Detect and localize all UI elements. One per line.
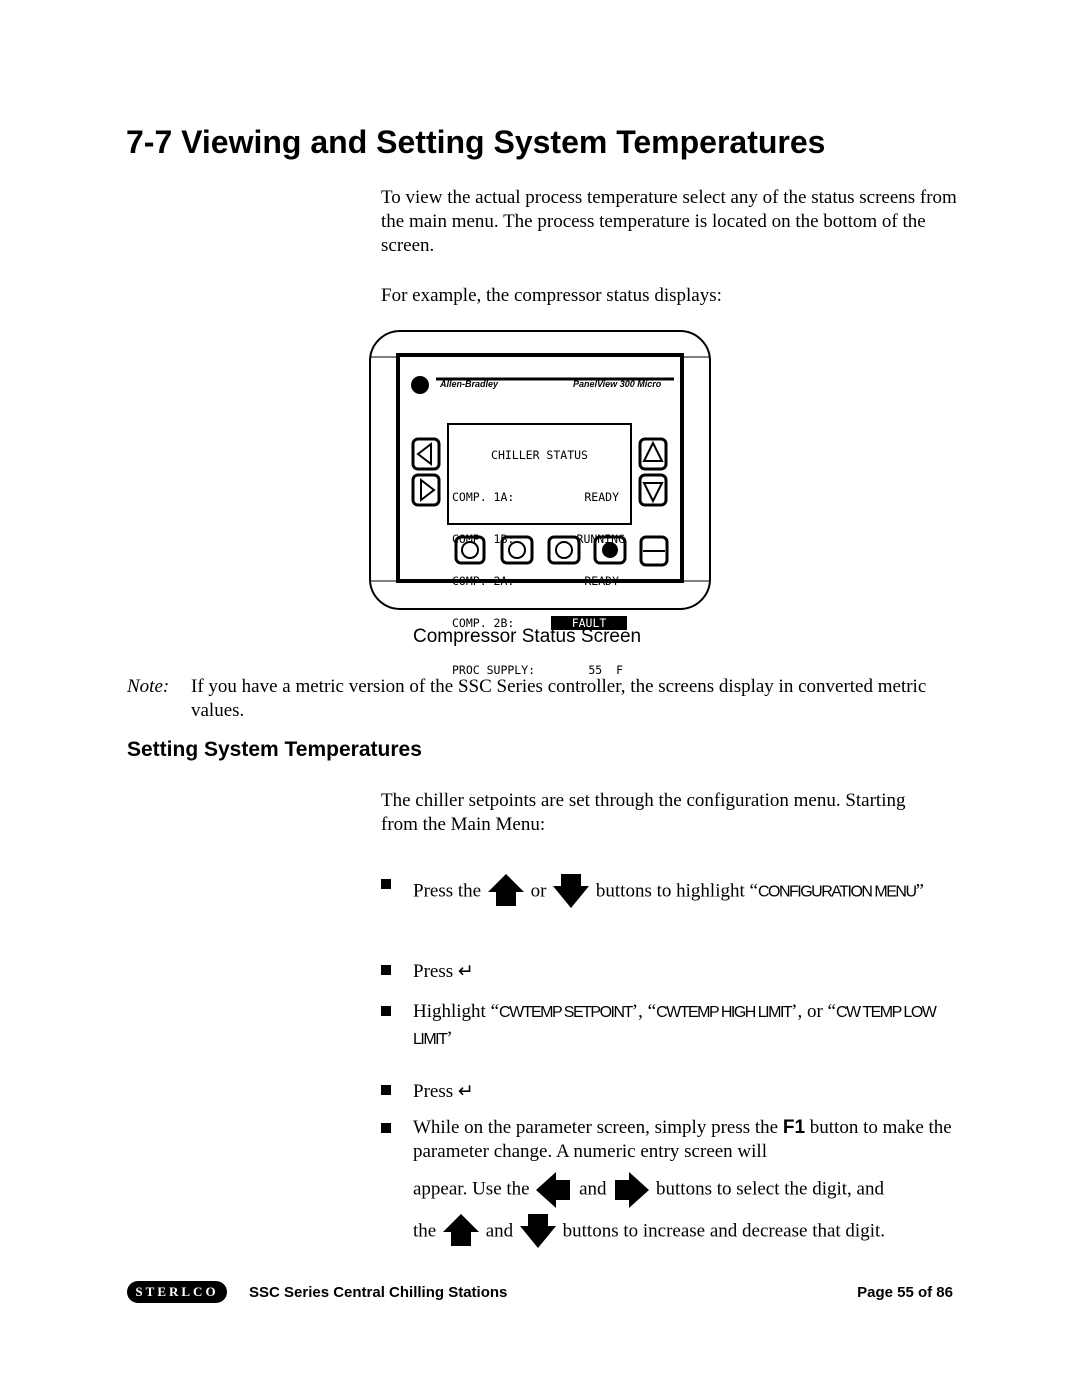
left-arrow-icon [536, 1172, 571, 1208]
menu-name: CONFIGURATION MENU [757, 883, 917, 901]
bullet-item: Press the or buttons to highlight “CONFI… [381, 872, 961, 912]
note-label: Note: [127, 676, 170, 697]
nav-left-icon [411, 437, 441, 471]
note-text: If you have a metric version of the SSC … [191, 676, 927, 721]
page-title: 7-7 Viewing and Setting System Temperatu… [126, 124, 826, 160]
lcd-row-label: COMP. 1B: [452, 532, 515, 546]
up-arrow-icon [442, 1214, 479, 1246]
lcd-row-value: READY [584, 574, 619, 588]
nav-right-icon [411, 473, 441, 507]
example-text: For example, the compressor status displ… [381, 285, 722, 306]
intro-paragraph: To view the actual process temperature s… [381, 187, 957, 256]
device-figure: Allen-Bradley PanelView 300 Micro CHILLE… [368, 327, 712, 677]
sterlco-logo: STERLCO [127, 1281, 227, 1303]
device-brand-left: Allen-Bradley [440, 379, 499, 389]
device-brand-right: PanelView 300 Micro [573, 379, 662, 389]
nav-up-icon [638, 437, 668, 471]
lcd-row-value: READY [584, 490, 619, 504]
f1-key: F1 [782, 1117, 806, 1138]
bullet-item: Press ↵ [381, 958, 961, 985]
down-arrow-icon [553, 874, 590, 908]
enter-icon: ↵ [457, 960, 474, 982]
bullet-item: Press ↵ [381, 1078, 961, 1105]
lcd-row-label: COMP. 1A: [452, 490, 515, 504]
nav-down-icon [638, 473, 668, 507]
lcd-title: CHILLER STATUS [491, 448, 588, 462]
lcd-row-label: COMP. 2A: [452, 574, 515, 588]
lcd-screen: CHILLER STATUS COMP. 1A: READY COMP. 1B: R… [452, 420, 627, 705]
right-arrow-icon [615, 1172, 650, 1208]
section-heading: Setting System Temperatures [127, 738, 422, 761]
bullet-item: While on the parameter screen, simply pr… [381, 1116, 961, 1252]
up-arrow-icon [487, 874, 524, 906]
note: Note: If you have a metric version of th… [127, 675, 957, 723]
down-arrow-icon [519, 1214, 556, 1248]
lcd-row-value: RUNNING [576, 532, 625, 546]
bullet-item: Highlight “CWTEMP SETPOINT’, “CWTEMP HIG… [381, 999, 961, 1053]
document-page: 7-7 Viewing and Setting System Temperatu… [0, 0, 1080, 1397]
setpoint-intro: The chiller setpoints are set through th… [381, 790, 906, 835]
enter-icon: ↵ [457, 1080, 474, 1102]
figure-caption: Compressor Status Screen [413, 626, 642, 647]
footer-title: SSC Series Central Chilling Stations [249, 1284, 508, 1301]
page-number: Page 55 of 86 [857, 1284, 953, 1301]
